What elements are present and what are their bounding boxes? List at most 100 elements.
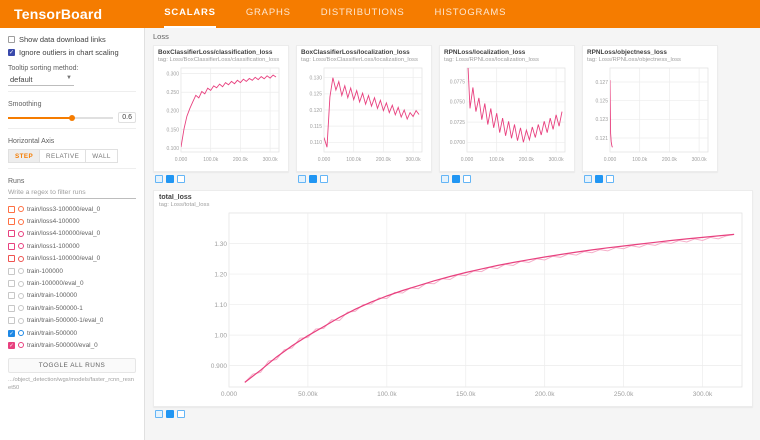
run-color-swatch [18, 243, 24, 249]
svg-text:0.000: 0.000 [221, 391, 238, 398]
run-color-swatch [18, 219, 24, 225]
pin-icon[interactable] [606, 175, 614, 183]
run-row[interactable]: train/loss1-100000/eval_0 [8, 253, 134, 265]
run-row[interactable]: train/loss1-100000 [8, 240, 134, 252]
axis-button-group: STEPRELATIVEWALL [8, 149, 136, 163]
chart-title: RPNLoss/objectness_loss [587, 49, 713, 56]
pin-icon[interactable] [320, 175, 328, 183]
run-checkbox[interactable] [8, 280, 15, 287]
run-row[interactable]: train-100000 [8, 265, 134, 277]
pin-icon[interactable] [177, 410, 185, 418]
small-charts-row: BoxClassifierLoss/classification_losstag… [153, 45, 752, 183]
tab-distributions[interactable]: DISTRIBUTIONS [321, 0, 405, 28]
axis-wall-button[interactable]: WALL [86, 149, 118, 163]
svg-text:200.0k: 200.0k [535, 391, 555, 398]
tooltip-sort-label: Tooltip sorting method: [8, 65, 136, 72]
chevron-down-icon: ▼ [66, 75, 72, 84]
svg-text:100.0k: 100.0k [203, 157, 219, 163]
data-table-icon[interactable] [452, 175, 460, 183]
tab-histograms[interactable]: HISTOGRAMS [435, 0, 507, 28]
run-row[interactable]: train/train-500000-1/eval_0 [8, 315, 134, 327]
run-checkbox[interactable] [8, 243, 15, 250]
svg-text:0.115: 0.115 [310, 124, 322, 130]
svg-text:0.127: 0.127 [595, 80, 608, 86]
run-checkbox[interactable] [8, 305, 15, 312]
chart-container: BoxClassifierLoss/classification_losstag… [153, 45, 289, 183]
chart-title: BoxClassifierLoss/localization_loss [301, 49, 427, 56]
run-label: train/loss3-100000/eval_0 [27, 206, 100, 213]
fullscreen-icon[interactable] [155, 410, 163, 418]
chart-plot[interactable]: 0.000100.0k200.0k300.0k0.07750.07500.072… [444, 65, 570, 163]
tooltip-sort-select[interactable]: default ▼ [8, 74, 74, 86]
run-checkbox[interactable] [8, 292, 15, 299]
chart-container: RPNLoss/localization_losstag: Loss/RPNLo… [439, 45, 575, 183]
data-table-icon[interactable] [595, 175, 603, 183]
run-row[interactable]: train/loss3-100000/eval_0 [8, 203, 134, 215]
svg-text:0.0775: 0.0775 [450, 79, 466, 85]
axis-relative-button[interactable]: RELATIVE [40, 149, 86, 163]
run-row[interactable]: ✓train/train-500000 [8, 327, 134, 339]
fullscreen-icon[interactable] [298, 175, 306, 183]
checkbox-label: Ignore outliers in chart scaling [19, 48, 119, 57]
run-row[interactable]: train-100000/eval_0 [8, 277, 134, 289]
run-checkbox[interactable] [8, 268, 15, 275]
svg-text:200.0k: 200.0k [233, 157, 249, 163]
run-filter-input[interactable] [8, 187, 136, 199]
slider-thumb-icon[interactable] [69, 115, 75, 121]
smoothing-slider[interactable] [8, 113, 113, 122]
run-checkbox[interactable] [8, 255, 15, 262]
run-checkbox[interactable] [8, 230, 15, 237]
tab-scalars[interactable]: SCALARS [164, 0, 216, 28]
svg-text:0.125: 0.125 [595, 98, 608, 104]
run-color-swatch [18, 268, 24, 274]
fullscreen-icon[interactable] [441, 175, 449, 183]
svg-text:0.130: 0.130 [309, 75, 322, 81]
chart-plot[interactable]: 0.000100.0k200.0k300.0k0.1300.1250.1200.… [301, 65, 427, 163]
toggle-all-runs-button[interactable]: TOGGLE ALL RUNS [8, 358, 136, 373]
run-checkbox[interactable] [8, 317, 15, 324]
run-row[interactable]: train/train-500000-1 [8, 302, 134, 314]
run-color-swatch [18, 206, 24, 212]
axis-step-button[interactable]: STEP [8, 149, 40, 163]
chart-container: BoxClassifierLoss/localization_losstag: … [296, 45, 432, 183]
chart-plot[interactable]: 0.000100.0k200.0k300.0k0.3000.2500.2000.… [158, 65, 284, 163]
divider [8, 91, 136, 92]
tab-graphs[interactable]: GRAPHS [246, 0, 291, 28]
app-body: Show data download links ✓ Ignore outlie… [0, 28, 760, 440]
svg-text:0.300: 0.300 [166, 71, 179, 77]
tooltip-sort-value: default [10, 75, 33, 84]
run-checkbox[interactable] [8, 206, 15, 213]
run-checkbox[interactable]: ✓ [8, 330, 15, 337]
fullscreen-icon[interactable] [584, 175, 592, 183]
chart-card: RPNLoss/objectness_losstag: Loss/RPNLoss… [582, 45, 718, 172]
run-row[interactable]: train/loss4-100000 [8, 215, 134, 227]
run-row[interactable]: train/train-100000 [8, 290, 134, 302]
data-table-icon[interactable] [166, 410, 174, 418]
data-table-icon[interactable] [166, 175, 174, 183]
chart-card: RPNLoss/localization_losstag: Loss/RPNLo… [439, 45, 575, 172]
data-table-icon[interactable] [309, 175, 317, 183]
run-list[interactable]: train/loss3-100000/eval_0 train/loss4-100… [8, 203, 136, 353]
run-row[interactable]: ✓train/train-500000/eval_0 [8, 339, 134, 351]
pin-icon[interactable] [177, 175, 185, 183]
show-download-links-checkbox[interactable]: Show data download links [8, 35, 136, 44]
nav-tabs: SCALARS GRAPHS DISTRIBUTIONS HISTOGRAMS [164, 0, 506, 28]
category-label-loss[interactable]: Loss [153, 32, 752, 41]
svg-text:250.0k: 250.0k [614, 391, 634, 398]
svg-text:0.000: 0.000 [318, 157, 331, 163]
svg-text:0.200: 0.200 [166, 109, 179, 115]
checkbox-icon [8, 36, 15, 43]
checkbox-checked-icon: ✓ [8, 49, 15, 56]
pin-icon[interactable] [463, 175, 471, 183]
svg-text:200.0k: 200.0k [519, 157, 535, 163]
svg-text:200.0k: 200.0k [662, 157, 678, 163]
run-checkbox[interactable] [8, 218, 15, 225]
run-checkbox[interactable]: ✓ [8, 342, 15, 349]
run-row[interactable]: train/loss4-100000/eval_0 [8, 228, 134, 240]
chart-plot[interactable]: 0.000100.0k200.0k300.0k0.1270.1250.1230.… [587, 65, 713, 163]
chart-plot[interactable]: 0.00050.00k100.0k150.0k200.0k250.0k300.0… [159, 210, 747, 398]
divider [8, 128, 136, 129]
fullscreen-icon[interactable] [155, 175, 163, 183]
smoothing-value[interactable]: 0.6 [118, 112, 136, 123]
ignore-outliers-checkbox[interactable]: ✓ Ignore outliers in chart scaling [8, 48, 136, 57]
